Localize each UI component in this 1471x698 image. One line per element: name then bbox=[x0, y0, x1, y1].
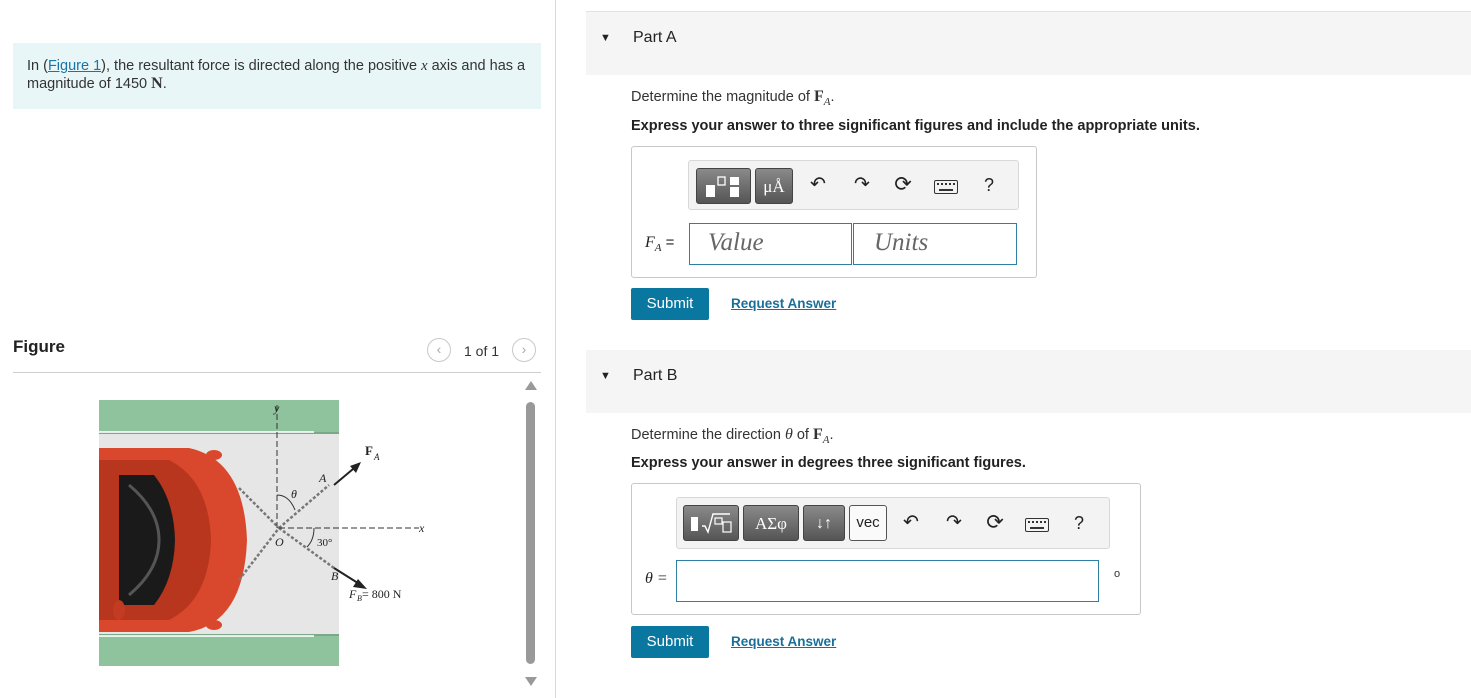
panel-divider bbox=[555, 0, 556, 698]
redo-icon[interactable]: ↷ bbox=[942, 511, 966, 534]
arrows-button[interactable]: ↓↑ bbox=[803, 505, 845, 541]
angle-label: 30° bbox=[317, 537, 332, 549]
point-o-label: O bbox=[275, 535, 284, 549]
intro-end: . bbox=[162, 76, 167, 92]
units-placeholder: Units bbox=[874, 229, 929, 256]
undo-icon[interactable]: ↶ bbox=[806, 173, 830, 196]
part-b-instruction: Express your answer in degrees three sig… bbox=[631, 455, 1026, 471]
scroll-down-icon[interactable] bbox=[525, 677, 537, 686]
part-a-toolbar: μÅ ↶ ↷ ⟳ ? bbox=[688, 160, 1019, 210]
fa-equals: = bbox=[661, 234, 675, 251]
next-figure-button[interactable]: › bbox=[512, 338, 536, 362]
keyboard-icon[interactable] bbox=[934, 180, 958, 194]
part-a-instruction: Express your answer to three significant… bbox=[631, 118, 1200, 134]
degree-unit-symbol: o bbox=[1114, 568, 1121, 580]
part-b-toolbar: ΑΣφ ↓↑ vec ↶ ↷ ⟳ ? bbox=[676, 497, 1110, 549]
part-a-question-end: . bbox=[830, 89, 835, 105]
theta-label: θ bbox=[291, 487, 297, 501]
intro-middle: ), the resultant force is directed along… bbox=[101, 58, 422, 74]
fa-var-sub: A bbox=[654, 242, 662, 254]
help-button[interactable]: ? bbox=[1069, 513, 1089, 534]
undo-icon[interactable]: ↶ bbox=[899, 511, 923, 534]
point-a-label: A bbox=[318, 471, 327, 485]
part-a-submit-button[interactable]: Submit bbox=[631, 288, 709, 320]
caret-down-icon: ▼ bbox=[600, 32, 611, 44]
part-b-question-var: F bbox=[812, 426, 823, 443]
car-image bbox=[99, 448, 247, 632]
fb-label: F bbox=[348, 587, 357, 601]
part-b-question-theta: θ bbox=[784, 426, 793, 443]
part-a-question: Determine the magnitude of FA. bbox=[631, 88, 835, 108]
units-symbol-button[interactable]: μÅ bbox=[755, 168, 793, 204]
value-placeholder: Value bbox=[708, 229, 764, 256]
caret-down-icon: ▼ bbox=[600, 370, 611, 382]
part-b-question-mid: of bbox=[792, 427, 813, 443]
x-axis-label: x bbox=[418, 521, 425, 535]
part-b-header[interactable]: ▼ Part B bbox=[586, 350, 1471, 413]
part-a-answer-box: μÅ ↶ ↷ ⟳ ? FA = Value Units bbox=[631, 146, 1037, 278]
fa-value-input[interactable]: Value bbox=[689, 223, 852, 265]
fa-label: F bbox=[365, 443, 373, 458]
fa-var: F bbox=[645, 234, 655, 251]
prev-figure-button[interactable]: ‹ bbox=[427, 338, 451, 362]
part-b-request-answer-link[interactable]: Request Answer bbox=[731, 634, 836, 649]
greek-symbols-button[interactable]: ΑΣφ bbox=[743, 505, 799, 541]
fa-units-input[interactable]: Units bbox=[853, 223, 1017, 265]
part-a-header[interactable]: ▼ Part A bbox=[586, 12, 1471, 75]
point-b-label: B bbox=[331, 569, 339, 583]
vector-button[interactable]: vec bbox=[849, 505, 887, 541]
problem-statement: In (Figure 1), the resultant force is di… bbox=[13, 43, 541, 109]
keyboard-icon[interactable] bbox=[1025, 518, 1049, 532]
figure-scrollbar-thumb[interactable] bbox=[526, 402, 535, 664]
part-b-question-end: . bbox=[829, 427, 834, 443]
help-button[interactable]: ? bbox=[979, 175, 999, 196]
figure-divider bbox=[13, 372, 541, 373]
templates-button[interactable] bbox=[683, 505, 739, 541]
reset-icon[interactable]: ⟳ bbox=[982, 510, 1008, 535]
figure-link[interactable]: Figure 1 bbox=[48, 58, 101, 74]
templates-icon bbox=[706, 176, 739, 197]
part-b-question: Determine the direction θ of FA. bbox=[631, 426, 834, 446]
intro-prefix: In ( bbox=[27, 58, 48, 74]
part-a-question-prefix: Determine the magnitude of bbox=[631, 89, 814, 105]
reset-icon[interactable]: ⟳ bbox=[890, 172, 916, 197]
part-b-answer-box: ΑΣφ ↓↑ vec ↶ ↷ ⟳ ? θ = o bbox=[631, 483, 1141, 615]
redo-icon[interactable]: ↷ bbox=[850, 173, 874, 196]
part-a-question-var: F bbox=[813, 88, 824, 105]
theta-value-input[interactable] bbox=[676, 560, 1099, 602]
part-b-title: Part B bbox=[633, 367, 678, 384]
part-b-question-prefix: Determine the direction bbox=[631, 427, 785, 443]
theta-var-label: θ = bbox=[645, 570, 668, 587]
sqrt-template-icon bbox=[691, 513, 732, 534]
templates-button[interactable] bbox=[696, 168, 751, 204]
part-a-request-answer-link[interactable]: Request Answer bbox=[731, 296, 836, 311]
scroll-up-icon[interactable] bbox=[525, 381, 537, 390]
figure-illustration: y x F A A B O θ 30° F B = 800 N bbox=[99, 400, 425, 666]
part-b-submit-button[interactable]: Submit bbox=[631, 626, 709, 658]
figure-title: Figure bbox=[13, 337, 65, 356]
fa-var-label: FA = bbox=[645, 234, 674, 254]
y-axis-label: y bbox=[273, 401, 280, 415]
part-a-title: Part A bbox=[633, 29, 677, 46]
intro-unit: N bbox=[151, 75, 163, 92]
fb-value: = 800 N bbox=[362, 587, 402, 601]
fa-subscript: A bbox=[373, 452, 380, 462]
figure-pager-label: 1 of 1 bbox=[464, 343, 500, 359]
